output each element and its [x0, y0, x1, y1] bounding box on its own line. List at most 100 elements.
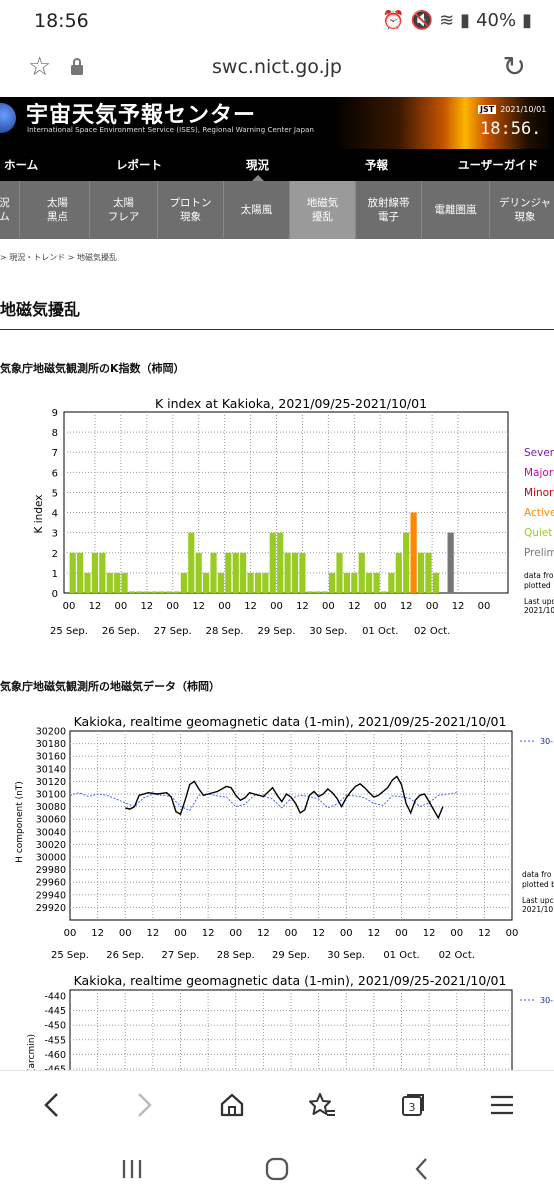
h-day-label: 26 Sep.: [106, 950, 144, 960]
subnav-item-0[interactable]: 況 ム: [0, 181, 20, 239]
home-button[interactable]: [212, 1085, 252, 1125]
tab-count: 3: [409, 1101, 416, 1114]
k-bar-5: [106, 572, 113, 593]
menu-button[interactable]: [482, 1085, 522, 1125]
current-clock: 18:56.: [480, 119, 542, 139]
recent-apps-button[interactable]: [112, 1154, 152, 1184]
tabs-button[interactable]: 3: [392, 1085, 432, 1125]
breadcrumb[interactable]: > 現況・トレンド > 地磁気擾乱: [0, 252, 117, 263]
d-ytick-label: -445: [44, 1006, 66, 1017]
k-xtick-label: 12: [296, 601, 309, 612]
recent-apps-icon: [122, 1160, 142, 1178]
k-bar-46: [410, 512, 417, 593]
k-day-label: 28 Sep.: [206, 626, 244, 637]
k-bar-24: [247, 572, 254, 593]
k-bar-48: [425, 552, 432, 593]
status-time: 18:56: [34, 10, 89, 32]
nav-forecast[interactable]: 予報: [365, 149, 388, 181]
h-xtick-label: 00: [174, 928, 187, 939]
k-bar-36: [336, 552, 343, 593]
h-ytick-label: 29980: [36, 865, 66, 876]
k-chart-title: K index at Kakioka, 2021/09/25-2021/10/0…: [155, 396, 427, 411]
k-note-4: 2021/10: [524, 606, 554, 615]
current-date: 2021/10/01: [500, 105, 547, 114]
k-index-chart: K index at Kakioka, 2021/09/25-2021/10/0…: [33, 396, 554, 637]
system-home-button[interactable]: [257, 1154, 297, 1184]
k-ytick-label: 9: [52, 408, 58, 419]
k-ytick-label: 2: [52, 549, 58, 560]
k-xtick-label: 00: [218, 601, 231, 612]
k-bar-38: [351, 572, 358, 593]
bookmarks-button[interactable]: [302, 1085, 342, 1125]
k-xtick-label: 12: [400, 601, 413, 612]
h-ytick-label: 30120: [36, 777, 66, 788]
k-xtick-label: 12: [89, 601, 102, 612]
nav-user-guide[interactable]: ユーザーガイド: [458, 149, 538, 181]
forward-button[interactable]: [124, 1085, 164, 1125]
back-button[interactable]: [32, 1085, 72, 1125]
site-logo-icon[interactable]: [0, 103, 16, 133]
d-ytick-label: -455: [44, 1035, 66, 1046]
subnav-sunspots[interactable]: 太陽 黒点: [26, 181, 90, 239]
k-bar-19: [210, 552, 217, 593]
k-bar-10: [143, 591, 150, 593]
url-text[interactable]: swc.nict.go.jp: [0, 56, 554, 78]
k-bar-0: [69, 552, 76, 593]
h-ytick-label: 30060: [36, 815, 66, 826]
reload-icon[interactable]: ↻: [503, 50, 526, 83]
k-xtick-label: 00: [322, 601, 335, 612]
h-ytick-label: 30200: [36, 727, 66, 738]
bookmarks-star-icon: [309, 1093, 335, 1116]
h-day-label: 01 Oct.: [383, 950, 419, 960]
k-bar-20: [217, 572, 225, 593]
system-back-button[interactable]: [402, 1154, 442, 1184]
h-ytick-label: 29940: [36, 890, 66, 901]
k-ytick-label: 0: [52, 589, 58, 600]
k-bar-43: [388, 572, 395, 593]
k-ytick-label: 8: [52, 428, 58, 439]
subnav-dellinger[interactable]: デリンジャ 現象: [490, 181, 554, 239]
k-bar-33: [314, 591, 321, 593]
k-bar-17: [195, 552, 202, 593]
k-bar-45: [403, 532, 410, 593]
subnav-proton-events[interactable]: プロトン 現象: [158, 181, 224, 239]
k-legend-major: Major: [524, 467, 554, 479]
d-chart-ylabel: (arcmin): [27, 1034, 37, 1070]
subnav-ionospheric-storm[interactable]: 電離圏嵐: [422, 181, 490, 239]
k-xtick-label: 00: [115, 601, 128, 612]
forward-arrow-icon: [138, 1093, 152, 1117]
k-bar-40: [366, 572, 373, 593]
k-ytick-label: 7: [52, 448, 58, 459]
k-legend-active: Active: [524, 507, 554, 519]
alarm-icon: ⏰: [382, 10, 405, 31]
subnav-solar-wind[interactable]: 太陽風: [224, 181, 290, 239]
wifi-icon: ≋: [439, 10, 455, 31]
k-bar-3: [91, 552, 99, 593]
k-legend-prelim: Prelim: [524, 547, 554, 559]
subnav-geomagnetic-disturbance[interactable]: 地磁気 擾乱: [290, 181, 356, 239]
h-ytick-label: 30020: [36, 840, 66, 851]
subnav-radiation-belt[interactable]: 放射線帯 電子: [356, 181, 422, 239]
k-day-label: 02 Oct.: [414, 626, 450, 637]
nav-current[interactable]: 現況: [246, 149, 269, 181]
k-xtick-label: 00: [374, 601, 387, 612]
nav-home[interactable]: ホーム: [4, 149, 38, 181]
h-chart-title: Kakioka, realtime geomagnetic data (1-mi…: [74, 714, 507, 729]
k-day-label: 01 Oct.: [362, 626, 398, 637]
browser-toolbar: 3: [0, 1070, 554, 1138]
h-note-1: data fro: [522, 870, 552, 879]
h-day-label: 29 Sep.: [272, 950, 310, 960]
system-back-icon: [415, 1158, 427, 1180]
nav-report[interactable]: レポート: [116, 149, 162, 181]
h-xtick-label: 00: [229, 928, 242, 939]
k-legend-severe: Sever: [524, 447, 554, 459]
h-ytick-label: 30160: [36, 752, 66, 763]
subnav-solar-flares[interactable]: 太陽 フレア: [90, 181, 158, 239]
h-xtick-label: 12: [478, 928, 491, 939]
k-xtick-label: 12: [140, 601, 153, 612]
site-subtitle: International Space Environment Service …: [27, 125, 314, 134]
k-bar-7: [121, 572, 128, 593]
system-home-icon: [265, 1157, 289, 1181]
h-ytick-label: 30040: [36, 827, 66, 838]
k-bar-30: [291, 552, 299, 593]
